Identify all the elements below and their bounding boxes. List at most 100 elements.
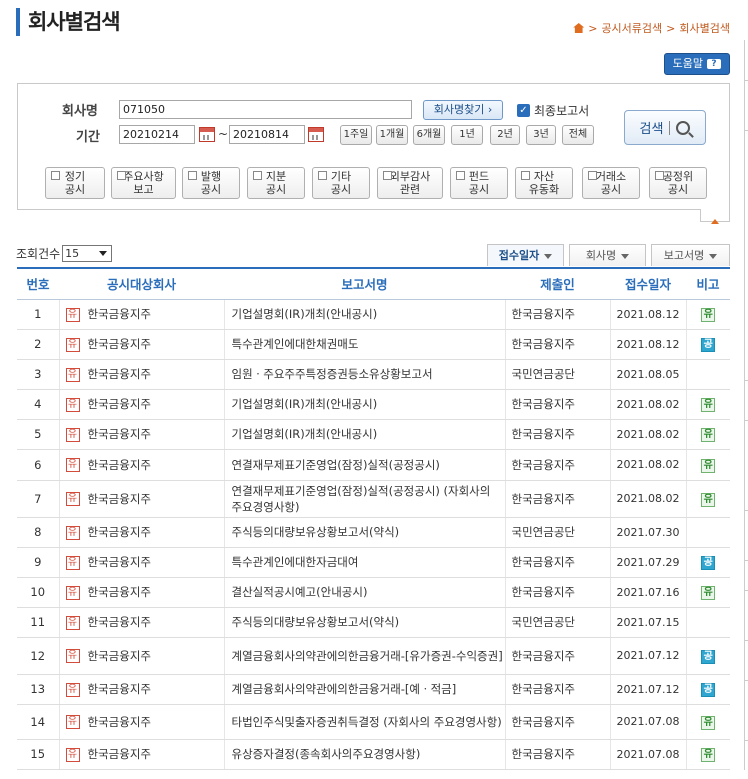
period-all-button[interactable]: 전체 — [562, 125, 594, 145]
checkbox-icon — [456, 171, 465, 180]
report-link[interactable]: 기업설명회(IR)개최(안내공시) — [223, 389, 505, 420]
table-row[interactable]: 9 유 한국금융지주 특수관계인에대한자금대여 한국금융지주 2021.07.29 공 — [17, 547, 730, 578]
table-row[interactable]: 14 유 한국금융지주 타법인주식및출자증권취득결정 (자회사의 주요경영사항) 한국금… — [17, 704, 730, 740]
company-link[interactable]: 한국금융지주 — [88, 307, 151, 321]
company-cell: 유 한국금융지주 — [58, 389, 224, 420]
period-2year-button[interactable]: 2년 — [490, 125, 520, 145]
row-number: 13 — [17, 674, 59, 705]
table-row[interactable]: 8 유 한국금융지주 주식등의대량보유상황보고서(약식) 국민연금공단 2021.07.3… — [17, 517, 730, 548]
checkbox-icon — [383, 171, 392, 180]
table-row[interactable]: 13 유 한국금융지주 계열금융회사의약관에의한금융거래-[예ㆍ적금] 한국금융지주 20… — [17, 674, 730, 705]
report-link[interactable]: 연결재무제표기준영업(잠정)실적(공정공시) (자회사의 주요경영사항) — [223, 480, 505, 518]
company-cell: 유 한국금융지주 — [58, 329, 224, 360]
period-6month-button[interactable]: 6개월 — [413, 125, 445, 145]
report-link[interactable]: 유상증자결정(종속회사의주요경영사항) — [223, 739, 505, 770]
table-row[interactable]: 12 유 한국금융지주 계열금융회사의약관에의한금융거래-[유가증권-수익증권] 한국금… — [17, 637, 730, 675]
market-tag: 유 — [65, 715, 80, 729]
category-regular[interactable]: 정기 공시 — [45, 167, 105, 199]
table-row[interactable]: 15 유 한국금융지주 유상증자결정(종속회사의주요경영사항) 한국금융지주 2021.0… — [17, 739, 730, 770]
company-link[interactable]: 한국금융지주 — [88, 615, 151, 629]
start-date-input[interactable]: 20210214 — [119, 125, 195, 144]
category-ftc[interactable]: 공정위 공시 — [649, 167, 707, 199]
category-issuance[interactable]: 발행 공시 — [182, 167, 240, 199]
sort-company-button[interactable]: 회사명 — [569, 244, 646, 266]
report-link[interactable]: 주식등의대량보유상황보고서(약식) — [223, 607, 505, 638]
result-count: 조회건수 15 — [16, 245, 113, 262]
help-button[interactable]: 도움말 ? — [663, 53, 730, 75]
company-link[interactable]: 한국금융지주 — [88, 337, 151, 351]
period-1month-button[interactable]: 1개월 — [376, 125, 408, 145]
company-link[interactable]: 한국금융지주 — [88, 525, 151, 539]
calendar-icon[interactable] — [308, 127, 324, 142]
collapse-button[interactable] — [700, 209, 730, 224]
date-cell: 2021.07.16 — [609, 577, 686, 608]
company-link[interactable]: 한국금융지주 — [88, 682, 151, 696]
report-link[interactable]: 기업설명회(IR)개최(안내공시) — [223, 299, 505, 330]
report-link[interactable]: 주식등의대량보유상황보고서(약식) — [223, 517, 505, 548]
date-cell: 2021.07.12 — [609, 637, 686, 675]
market-tag: 유 — [65, 525, 80, 540]
result-count-select[interactable]: 15 — [62, 245, 113, 262]
report-link[interactable]: 타법인주식및출자증권취득결정 (자회사의 주요경영사항) — [223, 704, 505, 740]
search-button[interactable]: 검색 — [624, 110, 706, 145]
company-link[interactable]: 한국금융지주 — [88, 458, 151, 472]
report-link[interactable]: 임원ㆍ주요주주특정증권등소유상황보고서 — [223, 359, 505, 390]
report-link[interactable]: 연결재무제표기준영업(잠정)실적(공정공시) — [223, 449, 505, 481]
company-link[interactable]: 한국금융지주 — [88, 555, 151, 569]
table-row[interactable]: 1 유 한국금융지주 기업설명회(IR)개최(안내공시) 한국금융지주 2021.08.1… — [17, 299, 730, 330]
table-row[interactable]: 5 유 한국금융지주 기업설명회(IR)개최(안내공시) 한국금융지주 2021.08.0… — [17, 419, 730, 450]
sort-date-button[interactable]: 접수일자 — [487, 244, 564, 266]
company-link[interactable]: 한국금융지주 — [88, 427, 151, 441]
category-fund[interactable]: 펀드 공시 — [450, 167, 508, 199]
category-other[interactable]: 기타 공시 — [312, 167, 370, 199]
report-link[interactable]: 계열금융회사의약관에의한금융거래-[예ㆍ적금] — [223, 674, 505, 705]
home-icon[interactable] — [573, 23, 585, 33]
table-row[interactable]: 6 유 한국금융지주 연결재무제표기준영업(잠정)실적(공정공시) 한국금융지주 2021… — [17, 449, 730, 481]
company-link[interactable]: 한국금융지주 — [88, 649, 151, 663]
chevron-down-icon — [544, 253, 553, 259]
breadcrumb-item-search[interactable]: 공시서류검색 — [601, 20, 662, 36]
market-tag: 유 — [65, 307, 80, 322]
remark-badge: 공 — [701, 683, 716, 697]
company-link[interactable]: 한국금융지주 — [88, 492, 151, 506]
remark-cell — [685, 517, 730, 548]
table-row[interactable]: 7 유 한국금융지주 연결재무제표기준영업(잠정)실적(공정공시) (자회사의 주요경… — [17, 480, 730, 518]
table-row[interactable]: 3 유 한국금융지주 임원ㆍ주요주주특정증권등소유상황보고서 국민연금공단 2021.08… — [17, 359, 730, 390]
company-link[interactable]: 한국금융지주 — [88, 397, 151, 411]
end-date-input[interactable]: 20210814 — [229, 125, 305, 144]
company-link[interactable]: 한국금융지주 — [88, 715, 151, 729]
report-link[interactable]: 계열금융회사의약관에의한금융거래-[유가증권-수익증권] — [223, 637, 505, 675]
table-row[interactable]: 10 유 한국금융지주 결산실적공시예고(안내공시) 한국금융지주 2021.07.16 유 — [17, 577, 730, 608]
category-audit[interactable]: 외부감사 관련 — [377, 167, 443, 199]
report-link[interactable]: 결산실적공시예고(안내공시) — [223, 577, 505, 608]
category-exchange[interactable]: 거래소 공시 — [582, 167, 640, 199]
table-row[interactable]: 4 유 한국금융지주 기업설명회(IR)개최(안내공시) 한국금융지주 2021.08.0… — [17, 389, 730, 420]
company-link[interactable]: 한국금융지주 — [88, 367, 151, 381]
table-row[interactable]: 11 유 한국금융지주 주식등의대량보유상황보고서(약식) 국민연금공단 2021.07.… — [17, 607, 730, 638]
page: 회사별검색 > 공시서류검색 > 회사별검색 도움말 ? 회사명 071050 … — [0, 0, 748, 779]
period-1week-button[interactable]: 1주일 — [340, 125, 372, 145]
company-input[interactable]: 071050 — [119, 100, 412, 119]
calendar-icon[interactable] — [199, 127, 215, 142]
category-abs[interactable]: 자산 유동화 — [515, 167, 573, 199]
report-link[interactable]: 기업설명회(IR)개최(안내공시) — [223, 419, 505, 450]
company-cell: 유 한국금융지주 — [58, 739, 224, 770]
final-report-checkbox[interactable]: ✓ 최종보고서 — [517, 102, 589, 119]
company-link[interactable]: 한국금융지주 — [88, 747, 151, 761]
scrollbar[interactable] — [744, 40, 748, 770]
period-1year-button[interactable]: 1년 — [451, 125, 483, 145]
category-major[interactable]: 주요사항 보고 — [111, 167, 176, 199]
remark-cell: 유 — [685, 449, 730, 481]
company-link[interactable]: 한국금융지주 — [88, 585, 151, 599]
market-tag: 유 — [65, 585, 80, 600]
find-company-button[interactable]: 회사명찾기 › — [423, 100, 503, 120]
sort-report-button[interactable]: 보고서명 — [651, 244, 730, 266]
table-row[interactable]: 2 유 한국금융지주 특수관계인에대한채권매도 한국금융지주 2021.08.12 공 — [17, 329, 730, 360]
report-link[interactable]: 특수관계인에대한채권매도 — [223, 329, 505, 360]
category-equity[interactable]: 지분 공시 — [247, 167, 305, 199]
chevron-down-icon — [709, 253, 718, 259]
company-cell: 유 한국금융지주 — [58, 517, 224, 548]
report-link[interactable]: 특수관계인에대한자금대여 — [223, 547, 505, 578]
period-3year-button[interactable]: 3년 — [526, 125, 556, 145]
company-cell: 유 한국금융지주 — [58, 480, 224, 518]
